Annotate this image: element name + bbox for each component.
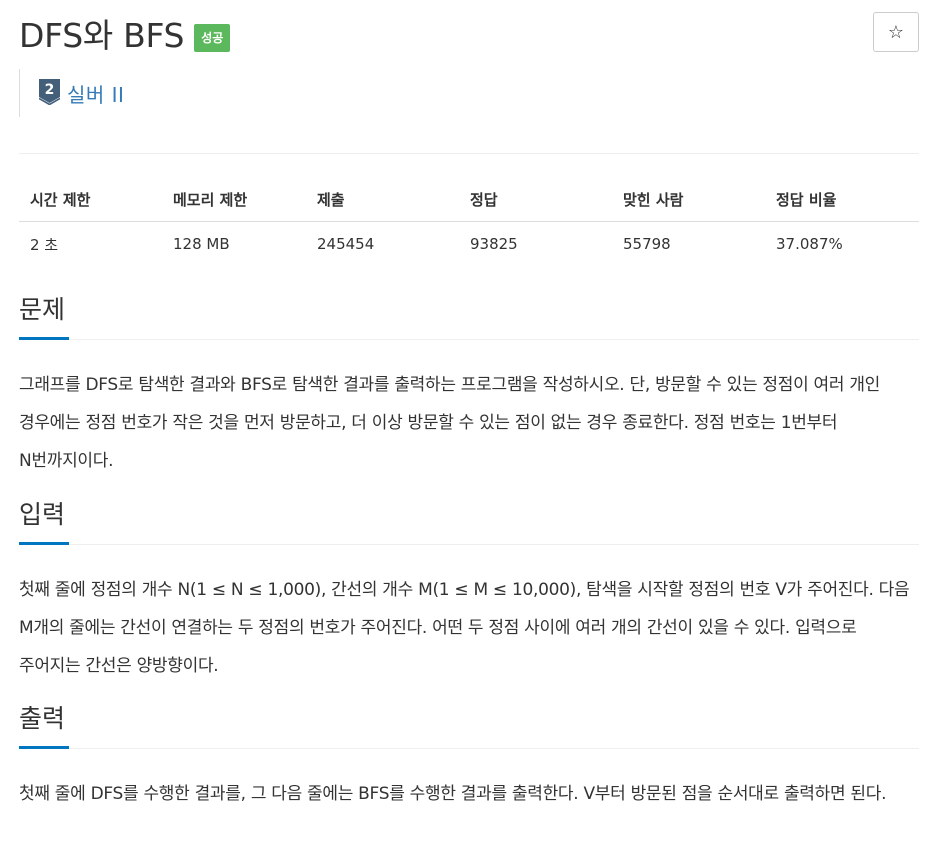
info-header-accept-ratio: 정답 비율 bbox=[765, 177, 919, 222]
tier-label[interactable]: 실버 II bbox=[67, 79, 124, 108]
output-headline: 출력 bbox=[19, 704, 919, 749]
description-text: 그래프를 DFS로 탐색한 결과와 BFS로 탐색한 결과를 출력하는 프로그램… bbox=[19, 375, 881, 471]
problem-info-table: 시간 제한 메모리 제한 제출 정답 맞힌 사람 정답 비율 2 초 128 M… bbox=[19, 177, 919, 266]
info-accept-ratio: 37.087% bbox=[776, 235, 843, 253]
info-header-submissions: 제출 bbox=[306, 177, 459, 222]
info-table-header-row: 시간 제한 메모리 제한 제출 정답 맞힌 사람 정답 비율 bbox=[19, 177, 919, 222]
star-icon: ☆ bbox=[887, 21, 905, 43]
description-headline: 문제 bbox=[19, 295, 919, 340]
output-title: 출력 bbox=[19, 704, 69, 749]
info-header-time-limit: 시간 제한 bbox=[19, 177, 162, 222]
info-header-memory-limit: 메모리 제한 bbox=[162, 177, 306, 222]
description-section: 문제 그래프를 DFS로 탐색한 결과와 BFS로 탐색한 결과를 출력하는 프… bbox=[19, 295, 919, 480]
info-solvers: 55798 bbox=[623, 235, 671, 253]
tier-number: 2 bbox=[45, 82, 55, 98]
info-table-row: 2 초 128 MB 245454 93825 55798 37.087% bbox=[19, 222, 919, 267]
input-headline: 입력 bbox=[19, 500, 919, 545]
info-submissions: 245454 bbox=[317, 235, 375, 253]
input-section: 입력 첫째 줄에 정점의 개수 N(1 ≤ N ≤ 1,000), 간선의 개수… bbox=[19, 500, 919, 685]
title-row: DFS와 BFS 성공 bbox=[19, 14, 231, 58]
info-memory-limit: 128 MB bbox=[173, 235, 230, 253]
tier-box: 2 실버 II bbox=[19, 69, 124, 117]
header-divider bbox=[19, 153, 919, 154]
info-header-solvers: 맞힌 사람 bbox=[612, 177, 765, 222]
input-text: 첫째 줄에 정점의 개수 N(1 ≤ N ≤ 1,000), 간선의 개수 M(… bbox=[19, 580, 910, 676]
result-badge[interactable]: 성공 bbox=[194, 24, 231, 52]
output-text: 첫째 줄에 DFS를 수행한 결과를, 그 다음 줄에는 BFS를 수행한 결과… bbox=[19, 784, 887, 804]
favorite-star-button[interactable]: ☆ bbox=[873, 12, 919, 52]
problem-page: DFS와 BFS 성공 ☆ 2 실버 II 시간 제한 메모리 제한 제출 정답… bbox=[19, 0, 919, 804]
input-title: 입력 bbox=[19, 500, 69, 545]
silver-tier-icon[interactable]: 2 bbox=[39, 79, 60, 105]
output-section: 출력 첫째 줄에 DFS를 수행한 결과를, 그 다음 줄에는 BFS를 수행한… bbox=[19, 704, 919, 813]
info-accepted: 93825 bbox=[470, 235, 518, 253]
description-title: 문제 bbox=[19, 295, 69, 340]
info-header-accepted: 정답 bbox=[459, 177, 612, 222]
info-time-limit: 2 초 bbox=[30, 235, 59, 254]
problem-header: DFS와 BFS 성공 ☆ bbox=[19, 0, 919, 60]
problem-title: DFS와 BFS bbox=[19, 16, 185, 55]
